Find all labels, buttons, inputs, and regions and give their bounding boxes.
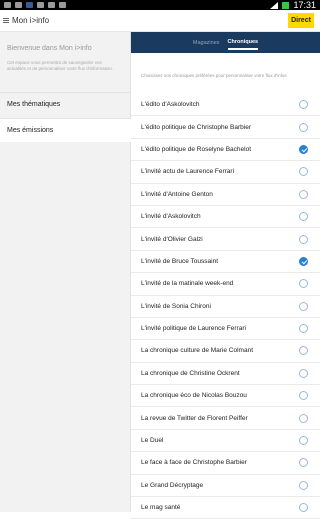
- list-item[interactable]: La chronique culture de Marie Colmant: [131, 340, 320, 363]
- tab-bar: Magazines Chroniques: [131, 32, 320, 53]
- list-item[interactable]: L'édito d'Askolovitch: [131, 94, 320, 117]
- unchecked-circle-icon[interactable]: [299, 503, 308, 513]
- clock: 17:31: [293, 0, 316, 10]
- battery-icon: [282, 1, 290, 9]
- app-bar: Mon i>info Direct: [0, 10, 320, 32]
- download-icon: [48, 2, 55, 8]
- sidebar-item-emissions[interactable]: Mes émissions: [0, 118, 132, 142]
- list-item[interactable]: L'invité actu de Laurence Ferrari: [131, 161, 320, 184]
- sidebar-item-label: Mes émissions: [7, 127, 54, 134]
- unchecked-circle-icon[interactable]: [299, 100, 308, 110]
- checked-circle-icon[interactable]: [299, 256, 308, 266]
- list-item[interactable]: La chronique de Christine Ockrent: [131, 363, 320, 386]
- list-item[interactable]: Le face à face de Christophe Barbier: [131, 452, 320, 475]
- list-item[interactable]: La revue de Twitter de Florent Peiffer: [131, 407, 320, 430]
- chroniques-list: L'édito d'Askolovitch L'édito politique d…: [131, 94, 320, 519]
- list-item[interactable]: L'invité de Bruce Toussaint: [131, 251, 320, 274]
- list-item[interactable]: Le Grand Décryptage: [131, 475, 320, 498]
- unchecked-circle-icon[interactable]: [299, 391, 308, 401]
- unchecked-circle-icon[interactable]: [299, 167, 308, 177]
- unchecked-circle-icon[interactable]: [299, 234, 308, 244]
- list-item[interactable]: L'invité d'Antoine Genton: [131, 184, 320, 206]
- list-item-label: Le face à face de Christophe Barbier: [141, 459, 247, 467]
- download-icon: [15, 2, 22, 8]
- list-item-label: L'édito d'Askolovitch: [141, 101, 200, 109]
- direct-button[interactable]: Direct: [288, 13, 314, 28]
- list-item-label: L'invité de la matinale week-end: [141, 280, 234, 288]
- status-bar: 17:31: [0, 0, 320, 10]
- sidebar: Bienvenue dans Mon i>info Cet espace vou…: [0, 32, 132, 512]
- signal-icon: [270, 1, 279, 9]
- list-item[interactable]: L'invité de la matinale week-end: [131, 273, 320, 296]
- list-item-label: Le mag santé: [141, 504, 181, 512]
- image-icon: [4, 2, 11, 8]
- list-item-label: L'invité politique de Laurence Ferrari: [141, 325, 246, 333]
- unchecked-circle-icon[interactable]: [299, 346, 308, 356]
- list-item[interactable]: L'édito politique de Roselyne Bachelot: [131, 139, 320, 162]
- list-item-label: La chronique de Christine Ockrent: [141, 369, 240, 377]
- list-item[interactable]: Le mag santé: [131, 497, 320, 519]
- tab-magazines[interactable]: Magazines: [193, 37, 220, 49]
- unchecked-circle-icon[interactable]: [299, 368, 308, 378]
- tab-chroniques[interactable]: Chroniques: [227, 36, 259, 50]
- list-item[interactable]: Le Duel: [131, 430, 320, 453]
- app-title[interactable]: Mon i>info: [12, 16, 49, 25]
- list-item-label: L'invité de Bruce Toussaint: [141, 257, 219, 265]
- welcome-title: Bienvenue dans Mon i>info: [7, 45, 92, 52]
- welcome-description: Cet espace vous permettra de sauvegarder…: [7, 60, 114, 71]
- unchecked-circle-icon[interactable]: [299, 301, 308, 311]
- list-item-label: L'invité d'Olivier Galzi: [141, 235, 203, 243]
- music-icon: [59, 2, 66, 8]
- unchecked-circle-icon[interactable]: [299, 458, 308, 468]
- checked-circle-icon[interactable]: [299, 144, 308, 154]
- list-item-label: L'invité d'Antoine Genton: [141, 190, 213, 198]
- unchecked-circle-icon[interactable]: [299, 212, 308, 222]
- sidebar-item-label: Mes thématiques: [7, 101, 61, 108]
- list-item-label: Le Grand Décryptage: [141, 481, 204, 489]
- list-item-label: La revue de Twitter de Florent Peiffer: [141, 414, 248, 422]
- unchecked-circle-icon[interactable]: [299, 122, 308, 132]
- unchecked-circle-icon[interactable]: [299, 436, 308, 446]
- list-item-label: L'invité actu de Laurence Ferrari: [141, 168, 235, 176]
- list-intro: Choisissez vos chroniques préférées pour…: [141, 73, 287, 78]
- list-item[interactable]: L'invité d'Askolovitch: [131, 206, 320, 229]
- menu-icon[interactable]: [3, 18, 9, 23]
- sidebar-item-thematiques[interactable]: Mes thématiques: [0, 92, 131, 116]
- notification-icon: [37, 2, 44, 8]
- list-item-label: L'édito politique de Roselyne Bachelot: [141, 145, 252, 153]
- list-item[interactable]: L'invité d'Olivier Galzi: [131, 228, 320, 251]
- unchecked-circle-icon[interactable]: [299, 324, 308, 334]
- list-item-label: L'invité de Sonia Chironi: [141, 302, 211, 310]
- list-item-label: L'édito politique de Christophe Barbier: [141, 123, 252, 131]
- unchecked-circle-icon[interactable]: [299, 480, 308, 490]
- list-item-label: Le Duel: [141, 437, 164, 445]
- unchecked-circle-icon[interactable]: [299, 279, 308, 289]
- list-item-label: L'invité d'Askolovitch: [141, 213, 201, 221]
- list-item-label: La chronique culture de Marie Colmant: [141, 347, 254, 355]
- unchecked-circle-icon[interactable]: [299, 189, 308, 199]
- list-item[interactable]: L'invité politique de Laurence Ferrari: [131, 318, 320, 341]
- list-item[interactable]: L'invité de Sonia Chironi: [131, 296, 320, 318]
- facebook-icon: [26, 2, 33, 8]
- unchecked-circle-icon[interactable]: [299, 413, 308, 423]
- list-item[interactable]: La chronique éco de Nicolas Bouzou: [131, 385, 320, 408]
- list-item[interactable]: L'édito politique de Christophe Barbier: [131, 116, 320, 139]
- list-item-label: La chronique éco de Nicolas Bouzou: [141, 392, 247, 400]
